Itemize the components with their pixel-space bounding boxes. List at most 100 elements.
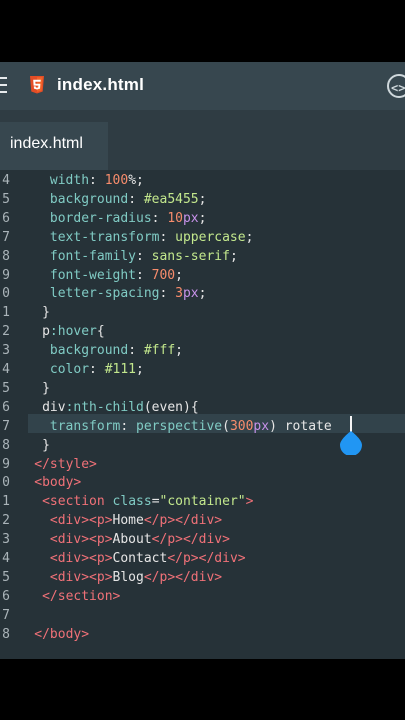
code-token: } [42, 305, 50, 321]
code-text: <div><p>About</p></div> [50, 530, 230, 549]
code-icon[interactable]: <> [387, 74, 405, 98]
code-token: "container" [159, 494, 246, 510]
code-line: 4 color: #111; [0, 360, 405, 379]
code-token: About [112, 532, 152, 548]
code-token: : [128, 191, 144, 207]
code-token: <div><p> [49, 513, 113, 529]
line-number: 9 [2, 267, 10, 283]
code-token: <div><p> [49, 532, 113, 548]
code-token: perspective [136, 418, 223, 434]
code-token: </p></div> [167, 551, 246, 566]
code-token: 700 [151, 267, 176, 283]
code-line: 3 background: #fff; [0, 341, 405, 360]
code-token: </section> [42, 588, 121, 604]
code-token: 100 [104, 173, 129, 188]
code-token: %; [128, 173, 144, 188]
code-token: Blog [112, 569, 144, 585]
code-token: = [151, 494, 160, 510]
code-token: ; [198, 286, 207, 302]
line-number: 4 [2, 362, 10, 377]
line-number: 6 [2, 588, 10, 604]
code-token: px [182, 286, 199, 302]
html5-icon [30, 76, 44, 94]
code-line: 8 </body> [0, 625, 405, 644]
code-editor-app: index.html <> index.html 4 width: 100%; 5 b… [0, 62, 405, 659]
code-token: background [49, 343, 129, 359]
code-token: ; [245, 229, 254, 245]
code-token: (even){ [143, 399, 199, 415]
line-number: 3 [2, 343, 10, 359]
line-number: 5 [2, 380, 10, 396]
code-token: Home [112, 513, 144, 529]
code-text: background: #fff; [50, 341, 183, 360]
code-text: font-weight: 700; [50, 266, 183, 285]
line-number: 1 [2, 494, 10, 510]
code-token: text-transform [49, 229, 160, 245]
code-text: </body> [34, 625, 89, 644]
code-text: font-family: sans-serif; [50, 247, 238, 266]
line-number: 6 [2, 399, 10, 415]
code-line: 0 <body> [0, 473, 405, 492]
code-token: class [112, 494, 152, 510]
code-token: ; [175, 267, 183, 283]
code-token: 10 [167, 210, 183, 226]
line-number: 0 [2, 286, 10, 302]
code-token: div [42, 399, 66, 415]
tab-index-html[interactable]: index.html [0, 122, 108, 170]
code-token: px [253, 418, 270, 434]
code-token: background [49, 191, 129, 207]
line-number: 2 [2, 324, 10, 340]
top-toolbar: index.html <> [0, 62, 405, 110]
code-line: 2 <div><p>Home</p></div> [0, 511, 405, 530]
code-text: } [42, 379, 50, 398]
line-number: 5 [2, 569, 10, 585]
code-line: 8 font-family: sans-serif; [0, 247, 405, 266]
code-token: } [42, 437, 50, 453]
code-token: } [42, 380, 50, 396]
line-number: 8 [2, 626, 10, 642]
code-text: color: #111; [50, 360, 144, 379]
line-number: 5 [2, 191, 10, 207]
code-text: <body> [34, 473, 81, 492]
code-token: ) rotate [269, 418, 332, 434]
code-token: ; [229, 248, 238, 264]
hamburger-menu-icon[interactable] [0, 77, 8, 95]
code-token: ; [198, 210, 207, 226]
code-text: <div><p>Contact</p></div> [50, 549, 246, 568]
code-text: <div><p>Blog</p></div> [50, 568, 222, 587]
code-token: <div><p> [49, 569, 113, 585]
code-text: } [42, 436, 50, 455]
code-token: font-weight [49, 267, 136, 283]
code-line: 9 </style> [0, 455, 405, 474]
selection-handle-icon[interactable] [338, 425, 364, 455]
line-number: 7 [2, 607, 10, 623]
code-line: 7 [0, 606, 405, 625]
code-token: : [159, 286, 176, 302]
code-token: </p></div> [143, 569, 223, 585]
code-token: </body> [34, 626, 90, 642]
code-area[interactable]: 4 width: 100%; 5 background: #ea5455; 6 borde… [0, 170, 405, 659]
code-token: :nth-child [65, 399, 144, 415]
code-line: 7 text-transform: uppercase; [0, 228, 405, 247]
code-token: : [151, 210, 168, 226]
code-text: transform: perspective(300px) rotate [50, 417, 332, 436]
line-number: 6 [2, 210, 10, 226]
code-token: :hover [49, 324, 97, 340]
code-token: </style> [34, 456, 97, 472]
code-token: 3 [175, 286, 183, 302]
line-number: 8 [2, 437, 10, 453]
code-token: </p></div> [143, 513, 223, 529]
line-number: 4 [2, 551, 10, 566]
line-number: 1 [2, 305, 10, 321]
code-text: text-transform: uppercase; [50, 228, 254, 247]
code-token: ( [222, 418, 230, 434]
code-line: 2 p:hover{ [0, 322, 405, 341]
code-text: background: #ea5455; [50, 190, 207, 209]
file-title: index.html [57, 75, 145, 94]
code-token: : [136, 267, 152, 283]
code-text: letter-spacing: 3px; [50, 284, 207, 303]
code-line: 5 background: #ea5455; [0, 190, 405, 209]
code-text: <section class="container"> [42, 492, 253, 511]
code-token: : [128, 343, 144, 359]
code-token: border-radius [49, 210, 152, 226]
